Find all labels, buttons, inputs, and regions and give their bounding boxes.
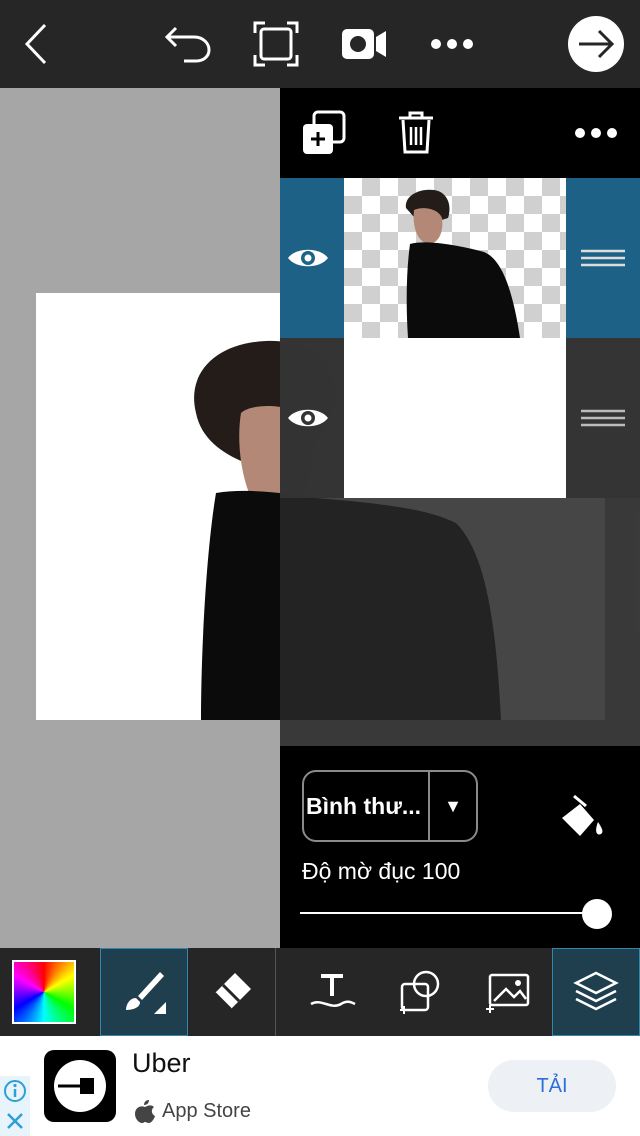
- more-dots-icon[interactable]: [422, 14, 482, 74]
- text-icon[interactable]: [288, 948, 376, 1036]
- trash-icon[interactable]: [396, 110, 436, 156]
- apple-icon: [134, 1098, 158, 1124]
- eye-icon[interactable]: [280, 178, 336, 338]
- paint-bucket-icon[interactable]: [556, 792, 608, 842]
- ad-title: Uber: [132, 1048, 191, 1078]
- top-bar: [0, 0, 640, 88]
- reorder-handle-icon[interactable]: [566, 338, 640, 498]
- color-picker-icon[interactable]: [0, 948, 88, 1036]
- uber-app-icon: [44, 1050, 116, 1122]
- opacity-label: Độ mờ đục 100: [302, 858, 461, 884]
- sticker-icon[interactable]: [376, 948, 464, 1036]
- eye-icon[interactable]: [280, 338, 336, 498]
- layers-toolbar: [280, 88, 640, 178]
- blend-panel: Bình thư... ▼ Độ mờ đục 100: [280, 746, 640, 948]
- video-record-icon[interactable]: [334, 14, 394, 74]
- ad-store: App Store: [162, 1100, 251, 1122]
- eraser-icon[interactable]: [188, 948, 276, 1036]
- back-chevron-icon[interactable]: [6, 14, 66, 74]
- ad-install-button[interactable]: TẢI: [488, 1060, 616, 1112]
- crop-icon[interactable]: [246, 14, 306, 74]
- layer-row-background[interactable]: [280, 338, 640, 498]
- blend-mode-select[interactable]: Bình thư... ▼: [302, 770, 478, 842]
- blend-mode-label: Bình thư...: [304, 772, 430, 840]
- tool-bar: [0, 948, 640, 1036]
- more-dots-icon[interactable]: [572, 118, 620, 148]
- reorder-handle-icon[interactable]: [566, 178, 640, 338]
- layer-thumbnail: [344, 178, 566, 338]
- layer-thumbnail: [344, 338, 566, 498]
- layers-icon[interactable]: [552, 948, 640, 1036]
- layer-row-photo[interactable]: [280, 178, 640, 338]
- add-layer-icon[interactable]: [300, 110, 348, 158]
- opacity-slider-thumb[interactable]: [582, 899, 612, 929]
- ad-info-icon[interactable]: [0, 1076, 30, 1106]
- brush-icon[interactable]: [100, 948, 188, 1036]
- next-arrow-icon[interactable]: [566, 14, 626, 74]
- add-photo-icon[interactable]: [464, 948, 552, 1036]
- opacity-slider-track[interactable]: [300, 912, 598, 914]
- caret-down-icon: ▼: [444, 795, 462, 816]
- undo-icon[interactable]: [158, 14, 218, 74]
- ad-close-icon[interactable]: [0, 1106, 30, 1136]
- ad-banner[interactable]: Uber App Store TẢI: [0, 1036, 640, 1136]
